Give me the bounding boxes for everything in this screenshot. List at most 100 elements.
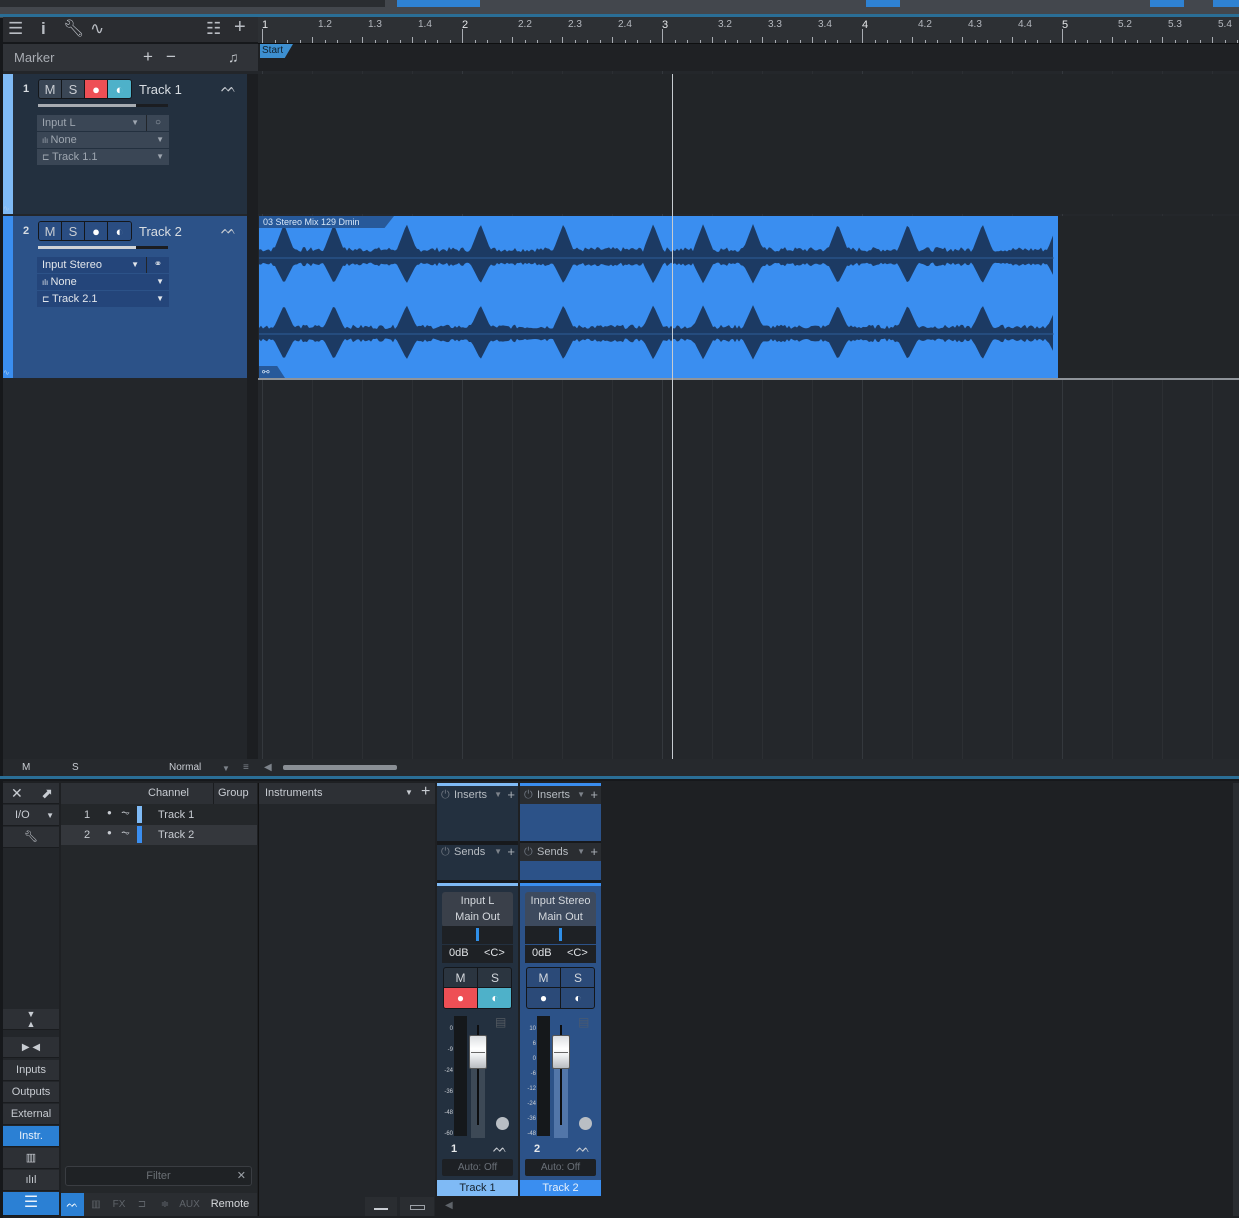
wrench-icon[interactable]: 🔧︎ [63, 19, 85, 39]
solo-button[interactable]: S [561, 968, 594, 988]
filter-input[interactable]: Filter ✕ [65, 1166, 252, 1186]
inserts-header[interactable]: ⏻ Inserts ▼ + [437, 786, 518, 804]
pan-slider[interactable] [525, 926, 596, 944]
volume-fader[interactable] [469, 1035, 487, 1069]
track-list-scrollbar[interactable] [247, 74, 258, 759]
timeline-ruler[interactable]: 1 1.2 1.3 1.4 2 2.2 2.3 2.4 3 3.2 3.3 3.4 4 4.2 4.3 4.4… [258, 17, 1239, 44]
group-column-header[interactable]: Group [218, 787, 249, 799]
pan-readout[interactable]: <C> [484, 947, 505, 959]
record-button[interactable]: ● [527, 988, 561, 1008]
input-monitor-icon[interactable]: ○ [146, 115, 169, 131]
expand-icon[interactable]: ▤ [495, 1015, 506, 1029]
audio-clip[interactable] [259, 216, 1058, 378]
input-select[interactable]: Input L ▼ ○ [37, 115, 169, 131]
add-track-icon[interactable]: + [234, 16, 246, 39]
stereo-link-icon[interactable]: ⚭ [146, 257, 169, 273]
collapse-horizontal-icon[interactable]: ▶ ◀ [3, 1037, 59, 1058]
visibility-dot-icon[interactable]: ● [107, 808, 112, 817]
strip-output[interactable]: Main Out [525, 909, 596, 925]
pan-knob[interactable] [579, 1117, 592, 1130]
automation-icon[interactable]: ∿ [3, 368, 13, 378]
track-lane-1[interactable] [258, 74, 1239, 214]
close-mixer-button[interactable]: ✕ ⬈ [3, 783, 59, 804]
chevron-down-icon[interactable]: ▼ [494, 786, 502, 804]
timebase-mode-select[interactable]: Normal [169, 762, 201, 773]
record-button[interactable]: ● [85, 222, 108, 240]
list-icon[interactable]: ≡ [243, 762, 249, 773]
monitor-button[interactable]: ◐ [108, 222, 131, 240]
outputs-button[interactable]: Outputs [3, 1082, 59, 1103]
monitor-button[interactable]: ◐ [478, 988, 511, 1008]
aux-filter-button[interactable]: AUX [177, 1193, 202, 1216]
banks-icon[interactable]: ▥ [3, 1148, 59, 1169]
channel-row[interactable]: 2 ● ⏦ Track 2 [61, 825, 257, 845]
volume-readout[interactable]: 0dB [532, 947, 552, 959]
solo-all-button[interactable]: S [72, 762, 79, 773]
output-select[interactable]: ⊏ Track 1.1 ▼ [37, 149, 169, 165]
horizontal-scrollbar[interactable] [283, 765, 397, 770]
strip-input[interactable]: Input L [442, 893, 513, 909]
strip-output[interactable]: Main Out [442, 909, 513, 925]
clear-filter-icon[interactable]: ✕ [237, 1167, 246, 1185]
track-header-1[interactable]: 1 M S ● ◐ Track 1 ᨓ Input L ▼ ○ ılı None ▼ … [3, 74, 247, 214]
marker-lane[interactable] [258, 44, 1239, 71]
strip-input[interactable]: Input Stereo [525, 893, 596, 909]
pan-readout[interactable]: <C> [567, 947, 588, 959]
chevron-down-icon[interactable]: ▼ [577, 786, 585, 804]
music-note-icon[interactable]: ♫ [228, 49, 239, 65]
instrument-filter-icon[interactable]: ▥ [85, 1193, 107, 1216]
collapse-vertical-icon[interactable]: ▼ ▲ [3, 1009, 59, 1030]
strip-name[interactable]: Track 2 [520, 1180, 601, 1196]
pan-slider[interactable] [442, 926, 513, 944]
power-icon[interactable]: ⏻ [441, 843, 450, 861]
info-icon[interactable]: i [41, 19, 46, 39]
inputs-button[interactable]: Inputs [3, 1060, 59, 1081]
add-marker-button[interactable]: + [143, 47, 153, 67]
chevron-down-icon[interactable]: ▼ [577, 843, 585, 861]
track-volume-bar[interactable] [38, 246, 168, 249]
vca-filter-icon[interactable]: ≑ [154, 1193, 176, 1216]
expand-icon[interactable]: ▤ [578, 1015, 589, 1029]
add-insert-icon[interactable]: + [590, 786, 598, 804]
external-button[interactable]: External [3, 1104, 59, 1125]
scroll-left-icon[interactable]: ◀ [264, 762, 272, 773]
channel-row[interactable]: 1 ● ⏦ Track 1 [61, 805, 257, 825]
mixer-scrollbar[interactable]: ◀ [437, 1197, 1237, 1216]
detach-icon[interactable]: ⬈ [41, 783, 53, 804]
channel-column-header[interactable]: Channel [148, 787, 189, 799]
playback-cursor[interactable] [672, 74, 673, 759]
track-volume-bar[interactable] [38, 104, 168, 107]
add-send-icon[interactable]: + [590, 843, 598, 861]
instrument-select[interactable]: ılı None ▼ [37, 274, 169, 290]
mute-button[interactable]: M [39, 80, 62, 98]
menu-icon[interactable]: ☰ [8, 19, 23, 39]
visibility-dot-icon[interactable]: ● [107, 828, 112, 837]
wrench-icon[interactable]: 🔧︎ [3, 827, 59, 848]
monitor-button[interactable]: ◐ [561, 988, 594, 1008]
list-view-icon[interactable]: ☰ [3, 1192, 59, 1216]
mute-button[interactable]: M [527, 968, 561, 988]
inserts-header[interactable]: ⏻ Inserts ▼ + [520, 786, 601, 804]
bus-filter-icon[interactable]: ⊐ [131, 1193, 153, 1216]
solo-button[interactable]: S [62, 80, 85, 98]
io-routing[interactable]: Input L Main Out [442, 892, 513, 927]
waveform-icon[interactable]: ᨓ [221, 80, 237, 96]
automation-icon[interactable]: ∿ [3, 204, 13, 214]
track-name[interactable]: Track 1 [139, 82, 182, 97]
track-list-icon[interactable]: ☷ [206, 19, 221, 39]
track-header-2[interactable]: 2 M S ● ◐ Track 2 ᨓ Input Stereo ▼ ⚭ ılı N… [3, 216, 247, 378]
instr-button[interactable]: Instr. [3, 1126, 59, 1147]
strip-name[interactable]: Track 1 [437, 1180, 518, 1196]
waveform-icon[interactable]: ᨓ [221, 222, 237, 238]
chevron-down-icon[interactable]: ▼ [494, 843, 502, 861]
volume-readout[interactable]: 0dB [449, 947, 469, 959]
monitor-button[interactable]: ◐ [108, 80, 131, 98]
solo-button[interactable]: S [478, 968, 511, 988]
chevron-down-icon[interactable]: ▼ [405, 788, 413, 797]
mixer-icon[interactable]: ılıl [3, 1170, 59, 1191]
sends-header[interactable]: ⏻ Sends ▼ + [520, 843, 601, 861]
automation-mode-button[interactable]: Auto: Off [525, 1159, 596, 1176]
solo-button[interactable]: S [62, 222, 85, 240]
add-insert-icon[interactable]: + [507, 786, 515, 804]
record-button[interactable]: ● [85, 80, 108, 98]
